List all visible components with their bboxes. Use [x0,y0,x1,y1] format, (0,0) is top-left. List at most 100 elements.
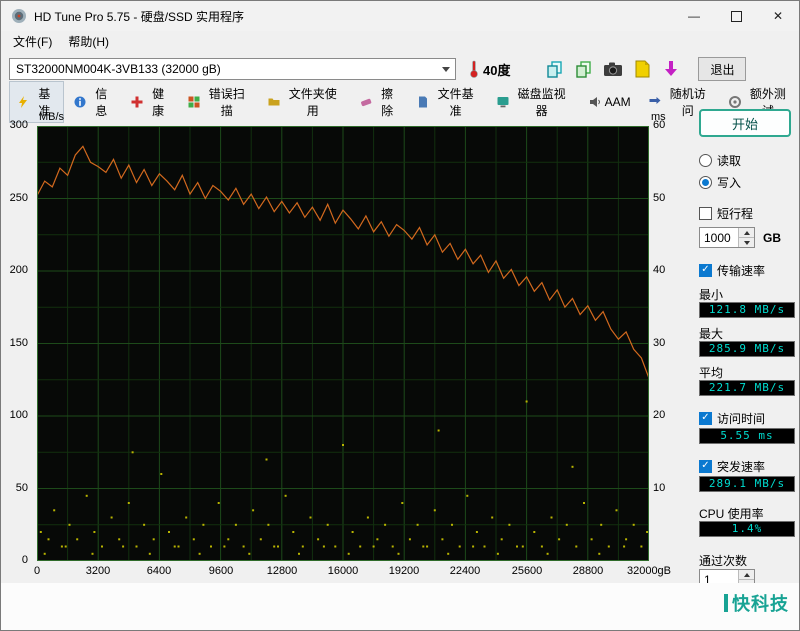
checkbox-icon [699,206,712,220]
min-label: 最小 [699,288,724,302]
extra-tests-icon [728,96,741,108]
exit-button[interactable]: 退出 [698,57,747,81]
burst-rate-checkbox[interactable]: 突发速率 [699,457,799,475]
watermark-bar-icon [724,594,728,612]
benchmark-plot [37,126,649,561]
x-axis-tick: 0 [33,565,41,577]
cpu-usage-display: 1.4% [699,521,795,537]
menu-help[interactable]: 帮助(H) [60,31,117,52]
screenshot-button[interactable] [600,57,626,81]
burst-rate-label: 突发速率 [717,459,766,474]
chevron-down-icon [437,59,455,79]
y-axis-tick: 200 [9,264,28,276]
read-radio-label: 读取 [717,153,742,168]
save-results-button[interactable] [658,57,684,81]
checkbox-checked-icon [699,459,712,473]
y-axis-tick: 40 [653,264,666,276]
y-axis-tick: 250 [9,191,28,204]
max-label: 最大 [699,327,724,341]
copy-image-button[interactable] [571,57,597,81]
benchmark-chart-region: MB/s ms 300 250 200 150 100 50 0 60 50 4… [1,105,685,597]
short-stroke-size-value: 1000 [704,230,731,245]
window-controls: — ✕ [673,1,799,31]
spinner-buttons [738,228,754,247]
radio-selected-icon [699,175,712,189]
access-time-label: 访问时间 [717,411,766,426]
checkbox-checked-icon [699,411,712,425]
watermark-logo: 快科技 [724,590,789,616]
write-radio-label: 写入 [717,175,742,190]
x-axis-tick: 9600 [208,565,234,577]
app-icon [12,9,26,23]
watermark-text: 快科技 [732,594,789,614]
right-axis-ticks: 60 50 40 30 20 10 [653,119,683,561]
max-value-display: 285.9 MB/s [699,341,795,357]
checkbox-checked-icon [699,263,712,277]
y-axis-tick: 60 [653,119,666,131]
access-time-checkbox[interactable]: 访问时间 [699,409,799,427]
thermometer-icon [470,60,478,78]
short-stroke-size-input[interactable]: 1000 [699,227,755,248]
start-button[interactable]: 开始 [699,109,791,137]
short-stroke-label: 短行程 [717,206,754,221]
x-axis-tick: 25600 [511,565,543,577]
download-arrow-icon [665,61,678,76]
temperature-value: 40度 [483,62,511,78]
minimize-button[interactable]: — [673,1,715,31]
drive-selector-value: ST32000NM004K-3VB133 (32000 gB) [16,62,221,76]
x-axis-tick: 6400 [146,565,172,577]
window-title: HD Tune Pro 5.75 - 硬盘/SSD 实用程序 [34,9,245,24]
temperature-display: 40度 [468,60,510,79]
x-axis-tick: 3200 [85,565,111,577]
cpu-usage-label: CPU 使用率 [699,507,764,521]
y-axis-tick: 30 [653,336,666,349]
camera-icon [604,62,623,76]
write-radio[interactable]: 写入 [699,173,799,191]
drive-selector[interactable]: ST32000NM004K-3VB133 (32000 gB) [9,58,456,80]
y-axis-tick: 100 [9,409,28,421]
x-axis-tick: 28800 [572,565,604,577]
avg-value-display: 221.7 MB/s [699,380,795,396]
spinner-up-icon[interactable] [739,570,754,579]
min-value-display: 121.8 MB/s [699,302,795,318]
left-axis-ticks: 300 250 200 150 100 50 0 [1,119,32,566]
radio-icon [699,153,712,167]
transfer-rate-checkbox[interactable]: 传输速率 [699,261,799,279]
maximize-button[interactable] [715,1,757,31]
copy-pages-green-icon [576,61,592,78]
copy-to-clipboard-button[interactable] [542,57,568,81]
x-axis-tick: 19200 [388,565,420,577]
pass-count-label: 通过次数 [699,554,748,568]
x-axis-ticks: 0 3200 6400 9600 12800 16000 19200 22400… [1,565,685,579]
x-axis-tick: 12800 [266,565,298,577]
close-button[interactable]: ✕ [757,1,799,31]
control-panel: 开始 读取 写入 短行程 1000 GB 传输速率 [687,109,799,615]
copy-icon [547,61,563,78]
read-radio[interactable]: 读取 [699,151,799,169]
y-axis-tick: 20 [653,409,666,421]
y-axis-tick: 150 [9,336,28,349]
short-stroke-checkbox[interactable]: 短行程 [699,204,799,222]
save-image-button[interactable] [629,57,655,81]
y-axis-tick: 50 [653,191,666,204]
y-axis-tick: 50 [15,481,28,494]
transfer-rate-label: 传输速率 [717,263,766,278]
left-axis-unit-label: MB/s [39,111,65,123]
y-axis-tick: 10 [653,481,666,494]
bottom-strip [1,583,799,630]
access-time-display: 5.55 ms [699,428,795,444]
avg-label: 平均 [699,366,724,380]
burst-rate-display: 289.1 MB/s [699,476,795,492]
x-axis-tick: 22400 [449,565,481,577]
spinner-down-icon[interactable] [739,237,754,247]
x-axis-tick: 32000gB [626,565,672,577]
short-stroke-unit-label: GB [763,230,781,245]
menu-file[interactable]: 文件(F) [5,31,60,52]
spinner-up-icon[interactable] [739,228,754,237]
maximize-icon [730,10,742,22]
x-axis-tick: 16000 [327,565,359,577]
menu-bar: 文件(F) 帮助(H) [1,31,799,52]
title-bar: HD Tune Pro 5.75 - 硬盘/SSD 实用程序 — ✕ [1,1,799,31]
app-window: HD Tune Pro 5.75 - 硬盘/SSD 实用程序 — ✕ 文件(F)… [0,0,800,631]
y-axis-tick: 300 [9,119,28,131]
